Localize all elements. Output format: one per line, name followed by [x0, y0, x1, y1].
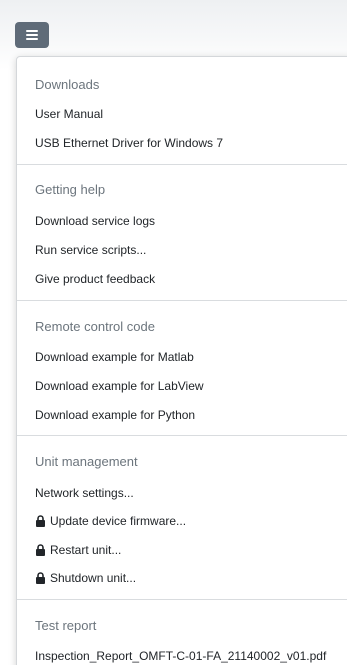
menu-item-usb-ethernet-driver[interactable]: USB Ethernet Driver for Windows 7: [35, 136, 223, 150]
dropdown-menu: Downloads User Manual USB Ethernet Drive…: [16, 56, 347, 665]
section-header-remote-control: Remote control code: [35, 319, 155, 334]
divider: [17, 300, 347, 301]
menu-item-shutdown-unit[interactable]: Shutdown unit...: [35, 571, 136, 585]
menu-item-restart-unit[interactable]: Restart unit...: [35, 543, 121, 557]
lock-icon: [35, 544, 46, 556]
section-header-getting-help: Getting help: [35, 182, 106, 197]
page: Downloads User Manual USB Ethernet Drive…: [0, 0, 347, 665]
menu-item-inspection-report[interactable]: Inspection_Report_OMFT-C-01-FA_21140002_…: [35, 649, 326, 663]
menu-item-example-matlab[interactable]: Download example for Matlab: [35, 350, 194, 364]
hamburger-icon: [26, 30, 38, 40]
divider: [17, 599, 347, 600]
divider: [17, 164, 347, 165]
menu-item-user-manual[interactable]: User Manual: [35, 107, 103, 121]
menu-item-download-service-logs[interactable]: Download service logs: [35, 214, 155, 228]
menu-item-give-product-feedback[interactable]: Give product feedback: [35, 272, 155, 286]
lock-icon: [35, 572, 46, 584]
section-header-unit-management: Unit management: [35, 454, 138, 469]
divider: [17, 435, 347, 436]
menu-item-run-service-scripts[interactable]: Run service scripts...: [35, 243, 146, 257]
menu-item-update-firmware[interactable]: Update device firmware...: [35, 514, 186, 528]
section-header-test-report: Test report: [35, 618, 97, 633]
menu-item-example-python[interactable]: Download example for Python: [35, 408, 195, 422]
menu-toggle-button[interactable]: [15, 22, 49, 48]
menu-item-example-labview[interactable]: Download example for LabView: [35, 379, 204, 393]
lock-icon: [35, 515, 46, 527]
menu-item-network-settings[interactable]: Network settings...: [35, 486, 134, 500]
section-header-downloads: Downloads: [35, 77, 100, 92]
